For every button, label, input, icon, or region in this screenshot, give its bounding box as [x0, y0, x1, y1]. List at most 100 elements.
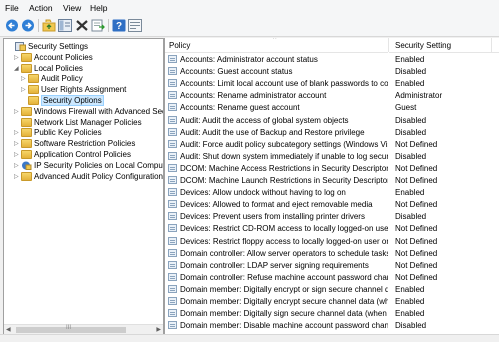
tree-item-label: Public Key Policies — [34, 128, 102, 138]
policy-row[interactable]: Audit: Force audit policy subcategory se… — [165, 139, 499, 150]
ip-security-icon — [21, 161, 32, 170]
policy-name: Domain member: Disable machine account p… — [180, 321, 388, 331]
security-setting-value: Not Defined — [395, 176, 438, 185]
folder-icon — [28, 96, 39, 105]
folder-icon — [21, 117, 32, 127]
menu-help[interactable]: Help — [90, 3, 107, 13]
policy-name: Domain controller: Refuse machine accoun… — [180, 272, 388, 282]
policy-icon — [168, 272, 177, 281]
policy-icon — [168, 91, 177, 100]
tree-expander-icon[interactable]: ▷ — [14, 173, 21, 180]
policy-row[interactable]: Accounts: Rename guest account Guest — [165, 102, 499, 113]
policy-row[interactable]: Devices: Restrict floppy access to local… — [165, 236, 499, 247]
policy-icon — [168, 321, 177, 330]
policy-icon — [168, 309, 177, 318]
toolbar: ? — [0, 16, 499, 37]
policy-row[interactable]: Domain controller: LDAP server signing r… — [165, 260, 499, 271]
folder-icon — [21, 52, 32, 62]
export-list-icon[interactable] — [91, 19, 105, 32]
policy-row[interactable]: Accounts: Administrator account status En… — [165, 54, 499, 65]
policy-list[interactable]: Policy ^ Security Setting Accounts: Admi… — [164, 38, 499, 334]
policy-row[interactable]: DCOM: Machine Launch Restrictions in Sec… — [165, 175, 499, 186]
policy-name: Audit: Force audit policy subcategory se… — [180, 139, 388, 149]
menu-action[interactable]: Action — [29, 3, 53, 13]
policy-row[interactable]: Accounts: Guest account status Disabled — [165, 66, 499, 77]
policy-icon — [168, 236, 177, 245]
policy-icon — [168, 67, 177, 76]
policy-row[interactable]: Accounts: Limit local account use of bla… — [165, 78, 499, 89]
folder-icon — [21, 139, 32, 149]
tree-expander-icon[interactable]: ▷ — [14, 129, 21, 136]
policy-row[interactable]: Devices: Prevent users from installing p… — [165, 211, 499, 222]
tree-item-label: Application Control Policies — [34, 150, 131, 159]
scroll-right-arrow-icon[interactable]: ▶ — [156, 326, 161, 333]
tree-expander-icon[interactable]: ▷ — [14, 162, 21, 169]
menu-file[interactable]: File — [5, 3, 19, 13]
policy-name: Accounts: Rename administrator account — [180, 91, 327, 101]
policy-row[interactable]: Domain member: Disable machine account p… — [165, 320, 499, 331]
policy-name: Accounts: Rename guest account — [180, 103, 300, 113]
security-setting-value: Not Defined — [395, 260, 438, 270]
column-header-security-setting[interactable]: Security Setting — [389, 38, 499, 53]
tree-expander-icon[interactable]: ◢ — [14, 65, 21, 72]
scrollbar-grip-icon: III — [66, 325, 72, 331]
folder-icon — [21, 150, 32, 159]
policy-row[interactable]: Devices: Allow undock without having to … — [165, 187, 499, 198]
policy-row[interactable]: Devices: Allowed to format and eject rem… — [165, 199, 499, 210]
tree-expander-icon[interactable]: ▷ — [21, 75, 28, 82]
policy-row[interactable]: Audit: Shut down system immediately if u… — [165, 151, 499, 162]
policy-icon — [168, 163, 177, 172]
policy-row[interactable]: Domain controller: Allow server operator… — [165, 248, 499, 259]
security-setting-value: Disabled — [395, 115, 427, 125]
security-setting-value: Disabled — [395, 127, 427, 137]
tree-expander-icon[interactable]: ▷ — [14, 151, 21, 158]
policy-name: Audit: Audit the access of global system… — [180, 115, 349, 125]
tree-item-label: Network List Manager Policies — [34, 117, 142, 127]
policy-row[interactable]: Domain member: Digitally sign secure cha… — [165, 308, 499, 319]
policy-icon — [168, 224, 177, 233]
tree-item-label: Local Policies — [34, 63, 83, 73]
security-setting-value: Administrator — [395, 91, 443, 101]
policy-icon — [168, 284, 177, 293]
delete-icon[interactable] — [75, 19, 89, 32]
show-hide-tree-icon[interactable] — [58, 19, 72, 32]
policy-row[interactable]: Domain controller: Refuse machine accoun… — [165, 272, 499, 283]
folder-open-icon — [21, 63, 32, 73]
forward-arrow-icon[interactable] — [21, 19, 35, 32]
security-setting-value: Disabled — [395, 151, 427, 161]
policy-icon — [168, 55, 177, 63]
tree-pane[interactable]: Security Settings ▷ Account Policies ◢ Local… — [3, 38, 164, 336]
tree-expander-icon[interactable]: ▷ — [14, 54, 21, 61]
policy-row[interactable]: Devices: Restrict CD-ROM access to local… — [165, 223, 499, 234]
up-folder-icon[interactable] — [42, 19, 56, 32]
help-icon[interactable]: ? — [112, 19, 126, 32]
svg-text:?: ? — [116, 21, 122, 32]
policy-row[interactable]: DCOM: Machine Access Restrictions in Sec… — [165, 163, 499, 174]
tree-expander-icon[interactable]: ▷ — [14, 108, 21, 115]
policy-icon — [168, 103, 177, 112]
folder-icon — [21, 106, 32, 116]
scroll-left-arrow-icon[interactable]: ◀ — [6, 326, 11, 333]
toolbar-separator — [38, 19, 39, 32]
column-divider[interactable] — [491, 38, 492, 52]
tree-expander-icon[interactable]: ▷ — [21, 86, 28, 93]
policy-row[interactable]: Domain member: Digitally encrypt secure … — [165, 296, 499, 307]
tree-expander-icon[interactable]: ▷ — [14, 140, 21, 147]
tree-item-label: IP Security Policies on Local Compute — [34, 160, 164, 170]
policy-name: Domain member: Digitally sign secure cha… — [180, 309, 388, 319]
policy-row[interactable]: Accounts: Rename administrator account Ad… — [165, 90, 499, 101]
security-setting-value: Guest — [395, 103, 417, 113]
security-setting-value: Enabled — [395, 309, 425, 319]
menu-view[interactable]: View — [63, 3, 81, 13]
security-setting-value: Disabled — [395, 67, 427, 77]
policy-name: DCOM: Machine Access Restrictions in Sec… — [180, 163, 388, 173]
security-setting-value: Disabled — [395, 212, 427, 222]
back-arrow-icon[interactable] — [5, 19, 19, 32]
policy-icon — [168, 200, 177, 209]
column-header-policy[interactable]: Policy ^ — [165, 38, 388, 53]
properties-icon[interactable] — [128, 19, 142, 32]
policy-row[interactable]: Domain member: Digitally encrypt or sign… — [165, 284, 499, 295]
policy-row[interactable]: Audit: Audit the use of Backup and Resto… — [165, 127, 499, 138]
tree-item-label: Security Options — [41, 95, 104, 106]
policy-row[interactable]: Audit: Audit the access of global system… — [165, 115, 499, 126]
